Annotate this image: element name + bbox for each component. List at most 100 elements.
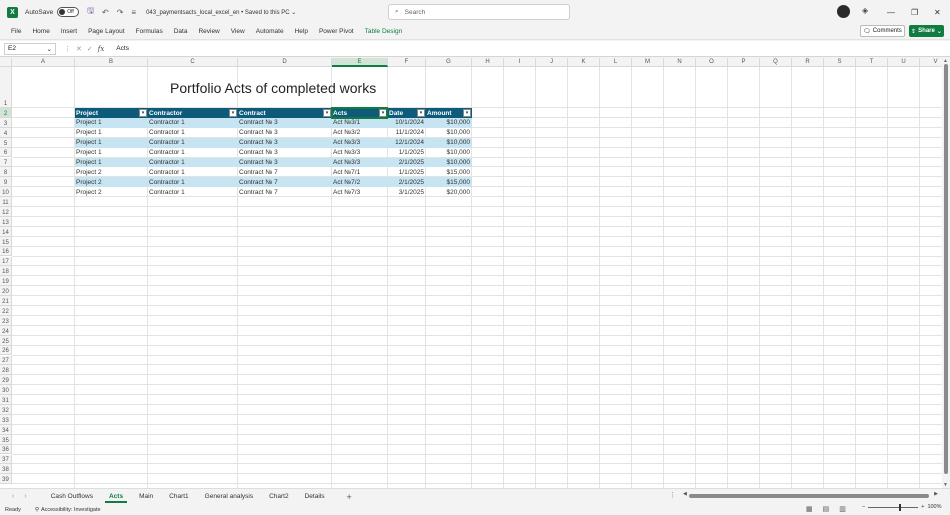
zoom-level[interactable]: 100% — [927, 504, 941, 510]
row-header[interactable]: 25 — [0, 335, 12, 346]
column-header[interactable]: I — [504, 58, 536, 67]
row-header[interactable]: 14 — [0, 226, 12, 237]
table-cell[interactable]: Project 1 — [75, 137, 148, 148]
table-cell[interactable]: Contract № 7 — [238, 167, 332, 177]
formula-input[interactable]: Acts — [116, 45, 129, 52]
row-header[interactable]: 19 — [0, 276, 12, 287]
table-cell[interactable]: Project 2 — [75, 167, 148, 177]
table-cell[interactable]: Act №3/3 — [332, 157, 388, 168]
column-header[interactable]: S — [824, 58, 856, 67]
table-cell[interactable]: Contract № 3 — [238, 148, 332, 158]
table-cell[interactable]: $10,000 — [426, 157, 472, 168]
table-header-cell[interactable]: Contractor ▾ — [148, 108, 238, 118]
row-header[interactable]: 32 — [0, 405, 12, 415]
close-icon[interactable]: ✕ — [934, 0, 941, 24]
page-break-view-icon[interactable]: ▥ — [839, 505, 846, 513]
column-header[interactable]: M — [632, 58, 664, 67]
zoom-in-icon[interactable]: + — [921, 504, 924, 510]
column-header[interactable]: D — [238, 58, 332, 67]
autosave-toggle[interactable]: Off — [57, 7, 80, 17]
table-cell[interactable]: $10,000 — [426, 148, 472, 158]
table-header-cell[interactable]: Project ▾ — [75, 108, 148, 118]
table-cell[interactable]: Act №3/1 — [332, 117, 388, 128]
worksheet-grid[interactable]: A B C D E F G H I J K L M N O P Q R S T U V 1 2 3 4 5 6 7 8 9 10 11 12 13 1… — [0, 58, 942, 488]
add-sheet-icon[interactable]: + — [346, 492, 351, 502]
table-cell[interactable]: Contract № 7 — [238, 177, 332, 188]
table-cell[interactable]: Project 1 — [75, 117, 148, 128]
row-header[interactable]: 24 — [0, 325, 12, 336]
row-header[interactable]: 27 — [0, 355, 12, 366]
scroll-right-icon[interactable]: ▶ — [934, 491, 938, 497]
horizontal-scroll-thumb[interactable] — [689, 494, 929, 498]
row-header[interactable]: 36 — [0, 444, 12, 455]
column-header[interactable]: Q — [760, 58, 792, 67]
row-header[interactable]: 15 — [0, 236, 12, 247]
row-header[interactable]: 1 — [0, 67, 12, 108]
sheet-tab[interactable]: Main — [131, 490, 161, 504]
row-header[interactable]: 38 — [0, 464, 12, 475]
row-header[interactable]: 34 — [0, 424, 12, 435]
column-header[interactable]: R — [792, 58, 824, 67]
ribbon-tab[interactable]: Insert — [61, 28, 77, 35]
column-header[interactable]: N — [664, 58, 696, 67]
table-cell[interactable]: $20,000 — [426, 187, 472, 197]
filter-dropdown-icon[interactable]: ▾ — [323, 109, 331, 117]
table-cell[interactable]: Act №3/3 — [332, 137, 388, 148]
table-cell[interactable]: Contractor 1 — [148, 157, 238, 168]
row-header[interactable]: 26 — [0, 345, 12, 356]
row-header[interactable]: 29 — [0, 375, 12, 386]
column-header[interactable]: P — [728, 58, 760, 67]
zoom-out-icon[interactable]: − — [862, 504, 865, 510]
column-header[interactable]: V — [920, 58, 942, 67]
column-header[interactable]: U — [888, 58, 920, 67]
column-header[interactable]: H — [472, 58, 504, 67]
undo-icon[interactable]: ↶ — [102, 8, 109, 17]
horizontal-scrollbar[interactable]: ◀ ▶ — [683, 491, 938, 499]
row-header[interactable]: 9 — [0, 177, 12, 188]
ribbon-tab[interactable]: View — [231, 28, 245, 35]
row-header[interactable]: 28 — [0, 365, 12, 376]
table-cell[interactable]: 12/1/2024 — [388, 137, 426, 148]
table-cell[interactable]: 1/1/2025 — [388, 167, 426, 177]
ribbon-tab[interactable]: Data — [174, 28, 188, 35]
cancel-icon[interactable]: ✕ — [76, 45, 82, 53]
table-cell[interactable]: $10,000 — [426, 137, 472, 148]
ribbon-tab[interactable]: Power Pivot — [319, 28, 354, 35]
sheet-tab[interactable]: Chart2 — [261, 490, 297, 504]
column-header[interactable]: E — [332, 58, 388, 67]
row-header[interactable]: 17 — [0, 256, 12, 267]
comments-button[interactable]: 🗨 Comments — [860, 25, 905, 37]
column-header[interactable]: O — [696, 58, 728, 67]
row-header[interactable]: 23 — [0, 315, 12, 326]
table-cell[interactable]: Project 1 — [75, 128, 148, 138]
table-cell[interactable]: Contractor 1 — [148, 128, 238, 138]
table-cell[interactable]: Contractor 1 — [148, 137, 238, 148]
column-header[interactable]: J — [536, 58, 568, 67]
table-cell[interactable]: 3/1/2025 — [388, 187, 426, 197]
ribbon-tab[interactable]: Home — [32, 28, 49, 35]
column-header[interactable]: T — [856, 58, 888, 67]
page-layout-view-icon[interactable]: ▤ — [823, 505, 830, 513]
row-header[interactable]: 8 — [0, 167, 12, 178]
select-all-corner[interactable] — [0, 58, 12, 67]
ribbon-tab[interactable]: Page Layout — [88, 28, 125, 35]
minimize-icon[interactable]: — — [887, 0, 895, 24]
diamond-icon[interactable]: ◈ — [862, 6, 868, 15]
table-cell[interactable]: $15,000 — [426, 177, 472, 188]
sheet-tab[interactable]: Acts — [101, 490, 131, 504]
name-box[interactable]: E2 ⌄ — [4, 42, 56, 55]
table-cell[interactable]: Project 2 — [75, 187, 148, 197]
row-header[interactable]: 4 — [0, 127, 12, 138]
table-header-cell[interactable]: Date ▾ — [388, 108, 426, 118]
zoom-slider-knob[interactable] — [899, 503, 902, 511]
column-header[interactable]: A — [12, 58, 75, 67]
table-cell[interactable]: Act №7/1 — [332, 167, 388, 177]
avatar[interactable] — [837, 5, 850, 18]
row-header[interactable]: 12 — [0, 207, 12, 217]
row-header[interactable]: 35 — [0, 434, 12, 445]
ribbon-tab[interactable]: Automate — [256, 28, 284, 35]
table-cell[interactable]: Act №3/3 — [332, 148, 388, 158]
ribbon-tab[interactable]: File — [11, 28, 21, 35]
accessibility-status[interactable]: ⚲ Accessibility: Investigate — [35, 507, 101, 513]
filter-dropdown-icon[interactable]: ▾ — [417, 109, 425, 117]
